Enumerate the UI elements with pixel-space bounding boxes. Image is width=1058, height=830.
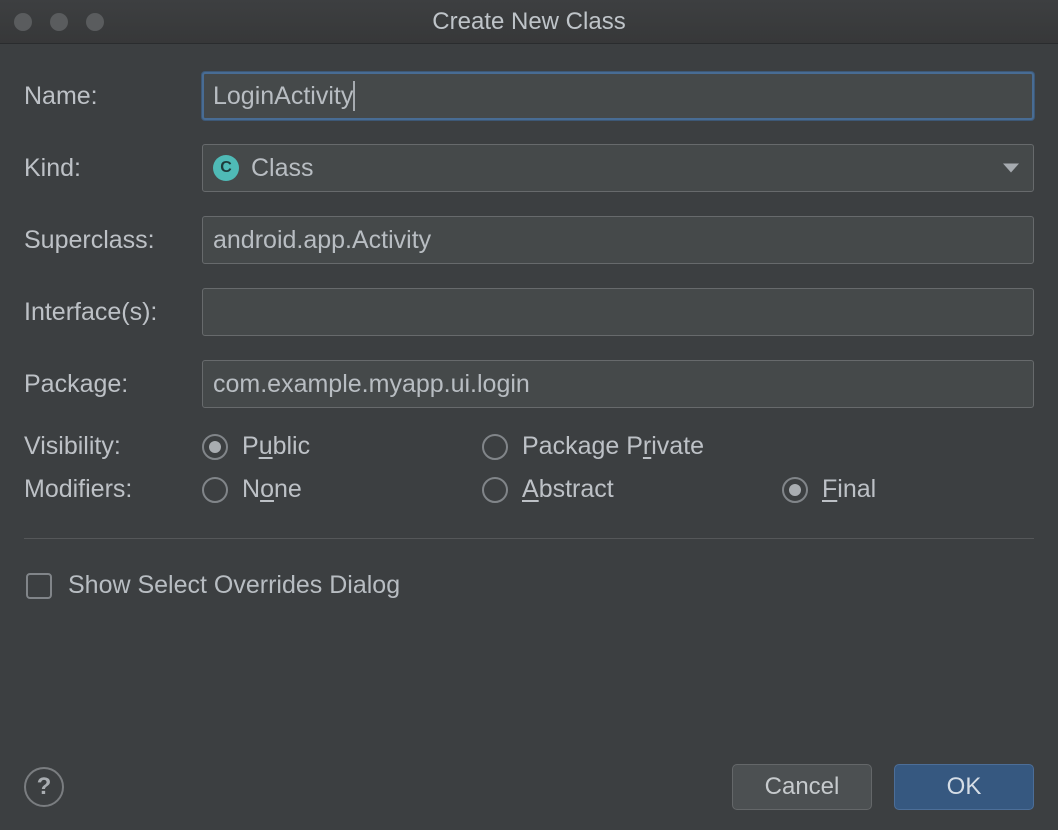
radio-label-package-private: Package Private (522, 432, 704, 461)
ok-button[interactable]: OK (894, 764, 1034, 810)
interfaces-input[interactable] (202, 288, 1034, 336)
close-window-icon[interactable] (14, 13, 32, 31)
row-kind: Kind: C Class (24, 144, 1034, 192)
radio-modifier-none[interactable]: None (202, 475, 482, 504)
label-modifiers: Modifiers: (24, 475, 202, 504)
radio-modifier-final[interactable]: Final (782, 475, 876, 504)
row-name: Name: LoginActivity (24, 72, 1034, 120)
zoom-window-icon[interactable] (86, 13, 104, 31)
radio-label-final: Final (822, 475, 876, 504)
radio-visibility-package-private[interactable]: Package Private (482, 432, 782, 461)
radio-icon (202, 477, 228, 503)
radio-icon (782, 477, 808, 503)
label-package: Package: (24, 370, 202, 399)
cancel-button[interactable]: Cancel (732, 764, 872, 810)
minimize-window-icon[interactable] (50, 13, 68, 31)
help-button[interactable]: ? (24, 767, 64, 807)
row-modifiers: Modifiers: None Abstract Final (24, 475, 1034, 504)
dialog-footer: ? Cancel OK (24, 764, 1034, 810)
row-package: Package: com.example.myapp.ui.login (24, 360, 1034, 408)
window-title: Create New Class (0, 8, 1058, 36)
name-input-value: LoginActivity (213, 73, 353, 119)
radio-visibility-public[interactable]: Public (202, 432, 482, 461)
divider (24, 538, 1034, 539)
class-badge-icon: C (213, 155, 239, 181)
row-interfaces: Interface(s): (24, 288, 1034, 336)
label-kind: Kind: (24, 154, 202, 183)
label-interfaces: Interface(s): (24, 298, 202, 327)
help-icon: ? (37, 773, 52, 801)
superclass-input[interactable]: android.app.Activity (202, 216, 1034, 264)
checkbox-label-overrides: Show Select Overrides Dialog (68, 571, 400, 600)
titlebar: Create New Class (0, 0, 1058, 44)
chevron-down-icon (1003, 164, 1019, 173)
kind-combobox[interactable]: C Class (202, 144, 1034, 192)
traffic-lights (14, 13, 104, 31)
row-visibility: Visibility: Public Package Private (24, 432, 1034, 461)
label-superclass: Superclass: (24, 226, 202, 255)
dialog-content: Name: LoginActivity Kind: C Class Superc… (0, 44, 1058, 600)
radio-icon (482, 434, 508, 460)
row-superclass: Superclass: android.app.Activity (24, 216, 1034, 264)
text-caret (353, 81, 355, 111)
kind-value: Class (251, 154, 314, 183)
checkbox-show-overrides[interactable]: Show Select Overrides Dialog (26, 571, 1032, 600)
label-name: Name: (24, 82, 202, 111)
radio-icon (482, 477, 508, 503)
radio-modifier-abstract[interactable]: Abstract (482, 475, 782, 504)
label-visibility: Visibility: (24, 432, 202, 461)
superclass-value: android.app.Activity (213, 217, 431, 263)
checkbox-icon (26, 573, 52, 599)
radio-label-public: Public (242, 432, 310, 461)
radio-label-none: None (242, 475, 302, 504)
radio-icon (202, 434, 228, 460)
package-value: com.example.myapp.ui.login (213, 361, 530, 407)
name-input[interactable]: LoginActivity (202, 72, 1034, 120)
package-input[interactable]: com.example.myapp.ui.login (202, 360, 1034, 408)
radio-label-abstract: Abstract (522, 475, 614, 504)
